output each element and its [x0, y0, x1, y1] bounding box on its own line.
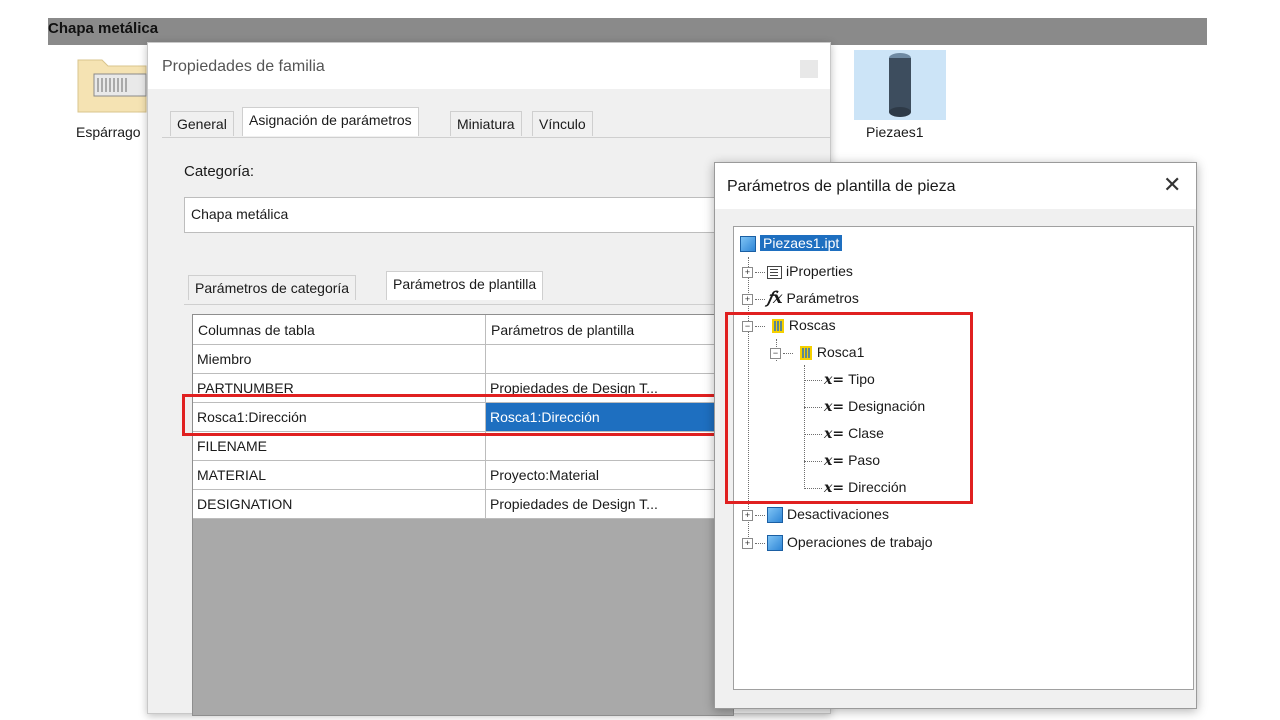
tree-node-iproperties[interactable]: + iProperties — [742, 260, 853, 282]
tree-node-label: Desactivaciones — [787, 506, 889, 522]
cylinder-part-icon — [889, 53, 911, 117]
tree-node-operaciones[interactable]: + Operaciones de trabajo — [742, 531, 933, 553]
family-dialog-title: Propiedades de familia — [162, 58, 325, 75]
highlight-box-table-row — [182, 394, 722, 436]
tab-asignacion-parametros[interactable]: Asignación de parámetros — [242, 107, 419, 136]
tree-connector — [755, 271, 765, 273]
table-cell[interactable]: MATERIAL — [193, 461, 486, 490]
expand-icon[interactable]: + — [742, 509, 753, 521]
table-cell[interactable]: FILENAME — [193, 432, 486, 461]
template-dialog-title: Parámetros de plantilla de pieza — [727, 178, 956, 195]
table-cell[interactable]: DESIGNATION — [193, 490, 486, 519]
tree-node-label: Parámetros — [786, 290, 859, 306]
tree-node-label: iProperties — [786, 263, 853, 279]
close-button[interactable] — [800, 60, 818, 78]
tree-connector — [755, 298, 765, 300]
tree-node-label: Operaciones de trabajo — [787, 534, 933, 550]
tab-general[interactable]: General — [170, 111, 234, 136]
highlight-box-roscas — [725, 312, 973, 504]
cube-icon — [767, 535, 783, 552]
tree-node-root[interactable]: Piezaes1.ipt — [740, 232, 843, 254]
column-header-columnas[interactable]: Columnas de tabla — [193, 315, 486, 345]
expand-icon[interactable]: + — [742, 293, 753, 305]
tree-connector — [755, 542, 765, 544]
tree-node-desactivaciones[interactable]: + Desactivaciones — [742, 503, 889, 525]
column-header-parametros[interactable]: Parámetros de plantilla — [486, 315, 733, 345]
table-cell[interactable]: Proyecto:Material — [486, 461, 733, 490]
properties-icon — [767, 265, 782, 279]
category-label: Categoría: — [184, 163, 255, 180]
expand-icon[interactable]: + — [742, 537, 753, 549]
part-item-tile[interactable] — [854, 50, 946, 120]
folder-icon[interactable] — [76, 50, 148, 114]
tree-node-label: Piezaes1.ipt — [760, 235, 843, 251]
close-icon[interactable]: ✕ — [1163, 173, 1181, 197]
parameter-table: Columnas de tabla Parámetros de plantill… — [192, 314, 734, 716]
tree-connector — [755, 514, 765, 516]
tab-divider — [162, 137, 830, 138]
tab-miniatura[interactable]: Miniatura — [450, 111, 522, 136]
background-window-titlebar — [48, 18, 1207, 45]
tab-parametros-categoria[interactable]: Parámetros de categoría — [188, 275, 357, 300]
tab-parametros-plantilla[interactable]: Parámetros de plantilla — [386, 271, 544, 300]
cube-icon — [767, 507, 783, 524]
top-tab-strip: General Asignación de parámetros Miniatu… — [170, 107, 830, 137]
expand-icon[interactable]: + — [742, 266, 753, 278]
table-cell[interactable] — [486, 345, 733, 374]
part-item-label: Piezaes1 — [866, 124, 924, 140]
folder-item-label: Espárrago — [76, 124, 141, 140]
function-icon: 𝑓x — [767, 288, 783, 307]
category-value: Chapa metálica — [191, 206, 289, 222]
tree-node-parametros[interactable]: + 𝑓x Parámetros — [742, 287, 859, 309]
part-file-icon — [740, 236, 756, 253]
tab-vinculo[interactable]: Vínculo — [532, 111, 593, 136]
table-cell[interactable]: Miembro — [193, 345, 486, 374]
table-cell[interactable]: Propiedades de Design T... — [486, 490, 733, 519]
background-window-title: Chapa metálica — [48, 20, 159, 37]
table-cell[interactable] — [486, 432, 733, 461]
